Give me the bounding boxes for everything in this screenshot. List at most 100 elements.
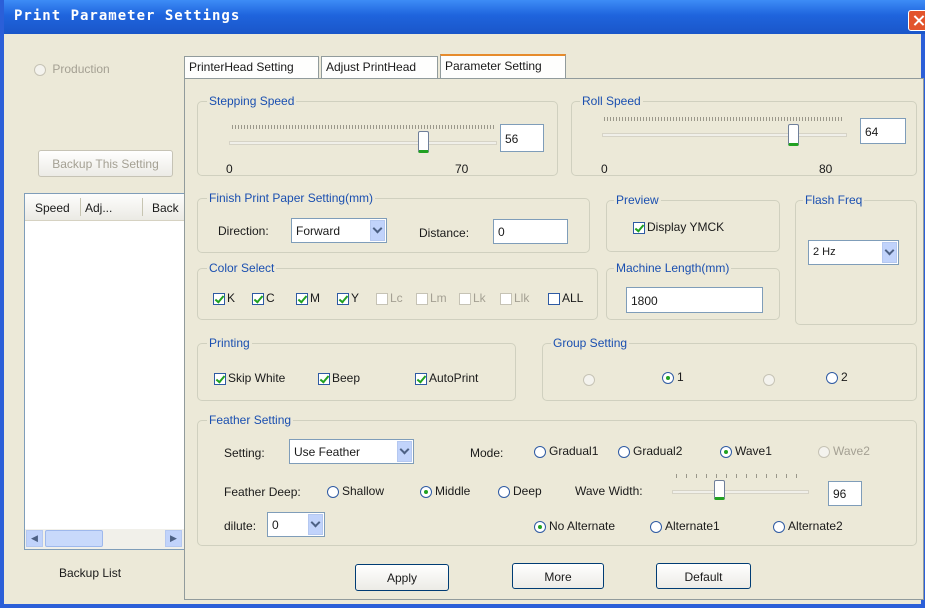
mode-gradual1-label: Gradual1 [549, 444, 599, 458]
chevron-down-icon[interactable] [882, 242, 897, 263]
deep-shallow-label: Shallow [342, 484, 385, 498]
deep-middle-label: Middle [435, 484, 471, 498]
more-button[interactable]: More [512, 563, 604, 589]
roll-speed-track[interactable] [602, 133, 847, 137]
alternate2-radio[interactable]: Alternate2 [773, 519, 843, 533]
stepping-speed-value-input[interactable]: 56 [500, 124, 544, 152]
scroll-left-arrow-icon[interactable]: ◀ [26, 530, 43, 547]
mode-wave2-label: Wave2 [833, 444, 870, 458]
autoprint-label: AutoPrint [429, 371, 479, 385]
color-m-label: M [310, 291, 320, 305]
printing-label: Printing [207, 336, 252, 350]
deep-shallow-radio[interactable]: Shallow [327, 484, 384, 498]
roll-speed-value-input[interactable]: 64 [860, 118, 906, 144]
color-lk-checkbox[interactable]: Lk [459, 291, 486, 305]
backup-list[interactable]: Speed Adj... Back ◀ ▶ [24, 193, 185, 550]
tab-printerhead-setting[interactable]: PrinterHead Setting [184, 56, 319, 78]
beep-checkbox[interactable]: Beep [318, 371, 360, 385]
stepping-speed-max: 70 [455, 162, 469, 176]
color-lc-checkbox[interactable]: Lc [376, 291, 403, 305]
color-lm-label: Lm [430, 291, 447, 305]
color-all-label: ALL [562, 291, 584, 305]
roll-speed-slider-thumb[interactable] [788, 124, 799, 146]
backup-list-header: Speed Adj... Back [25, 194, 184, 221]
chevron-down-icon[interactable] [308, 514, 323, 535]
stepping-speed-label: Stepping Speed [207, 94, 297, 108]
title-bar[interactable]: Print Parameter Settings [4, 0, 925, 34]
group-radio-1-label: 1 [677, 370, 684, 384]
no-alternate-label: No Alternate [549, 519, 616, 533]
stepping-speed-track[interactable] [229, 141, 497, 145]
preview-label: Preview [614, 193, 661, 207]
flash-freq-select[interactable]: 2 Hz [808, 240, 899, 265]
tab-adjust-printhead[interactable]: Adjust PrintHead [321, 56, 438, 78]
production-radio-circle[interactable] [34, 63, 46, 76]
color-all-checkbox[interactable]: ALL [548, 291, 583, 305]
production-radio[interactable]: Production [34, 62, 110, 76]
roll-speed-min: 0 [601, 162, 608, 176]
color-y-checkbox[interactable]: Y [337, 291, 359, 305]
alternate1-radio[interactable]: Alternate1 [650, 519, 720, 533]
wave-width-track[interactable] [672, 490, 809, 494]
apply-button[interactable]: Apply [355, 564, 449, 591]
mode-wave2-radio[interactable]: Wave2 [818, 444, 870, 458]
feather-setting-select[interactable]: Use Feather [289, 439, 414, 464]
machine-length-input[interactable]: 1800 [626, 287, 763, 313]
group-radio-1[interactable]: 1 [662, 370, 684, 384]
backup-this-setting-button[interactable]: Backup This Setting [38, 150, 173, 177]
color-k-label: K [227, 291, 236, 305]
stepping-speed-slider-thumb[interactable] [418, 131, 429, 153]
skip-white-checkbox[interactable]: Skip White [214, 371, 285, 385]
color-lm-checkbox[interactable]: Lm [416, 291, 447, 305]
group-setting-label: Group Setting [551, 336, 630, 350]
deep-middle-radio[interactable]: Middle [420, 484, 470, 498]
wave-width-ticks [676, 474, 806, 478]
finish-print-paper-label: Finish Print Paper Setting(mm) [207, 191, 376, 205]
column-backup[interactable]: Back [152, 201, 179, 215]
column-speed[interactable]: Speed [35, 201, 70, 215]
feather-setting-value: Use Feather [294, 445, 361, 459]
distance-input[interactable]: 0 [493, 219, 568, 244]
print-parameter-settings-window: Print Parameter Settings Production Back… [0, 0, 925, 608]
chevron-down-icon[interactable] [397, 441, 412, 462]
group-radio-2-label: 2 [841, 370, 848, 384]
color-m-checkbox[interactable]: M [296, 291, 320, 305]
deep-deep-radio[interactable]: Deep [498, 484, 542, 498]
horizontal-scrollbar[interactable]: ◀ ▶ [25, 529, 184, 549]
beep-label: Beep [332, 371, 361, 385]
tab-parameter-setting[interactable]: Parameter Setting [440, 54, 566, 78]
no-alternate-radio[interactable]: No Alternate [534, 519, 615, 533]
skip-white-label: Skip White [228, 371, 286, 385]
roll-speed-max: 80 [819, 162, 833, 176]
flash-freq-value: 2 Hz [813, 246, 836, 258]
wave-width-input[interactable]: 96 [828, 481, 862, 506]
direction-label: Direction: [218, 224, 269, 238]
column-adjust[interactable]: Adj... [85, 201, 112, 215]
color-llk-checkbox[interactable]: Llk [500, 291, 529, 305]
group-radio-2[interactable]: 2 [826, 370, 848, 384]
scroll-right-arrow-icon[interactable]: ▶ [165, 530, 182, 547]
group-setting-group [542, 343, 917, 401]
color-llk-label: Llk [514, 291, 530, 305]
close-button[interactable] [908, 10, 925, 31]
mode-gradual1-radio[interactable]: Gradual1 [534, 444, 598, 458]
default-button[interactable]: Default [656, 563, 751, 589]
feather-deep-label: Feather Deep: [224, 485, 301, 499]
mode-wave1-radio[interactable]: Wave1 [720, 444, 772, 458]
deep-deep-label: Deep [513, 484, 542, 498]
stepping-speed-min: 0 [226, 162, 233, 176]
scroll-thumb[interactable] [45, 530, 103, 547]
color-k-checkbox[interactable]: K [213, 291, 235, 305]
direction-select[interactable]: Forward [291, 218, 387, 243]
dilute-select[interactable]: 0 [267, 512, 325, 537]
dilute-label: dilute: [224, 519, 257, 533]
wave-width-slider-thumb[interactable] [714, 480, 725, 500]
color-c-label: C [266, 291, 275, 305]
display-ymck-check[interactable] [633, 221, 645, 234]
autoprint-checkbox[interactable]: AutoPrint [415, 371, 478, 385]
display-ymck-checkbox[interactable]: Display YMCK [633, 220, 724, 234]
mode-gradual2-radio[interactable]: Gradual2 [618, 444, 682, 458]
group-radio-disabled-a[interactable] [583, 373, 595, 386]
color-c-checkbox[interactable]: C [252, 291, 275, 305]
chevron-down-icon[interactable] [370, 220, 385, 241]
